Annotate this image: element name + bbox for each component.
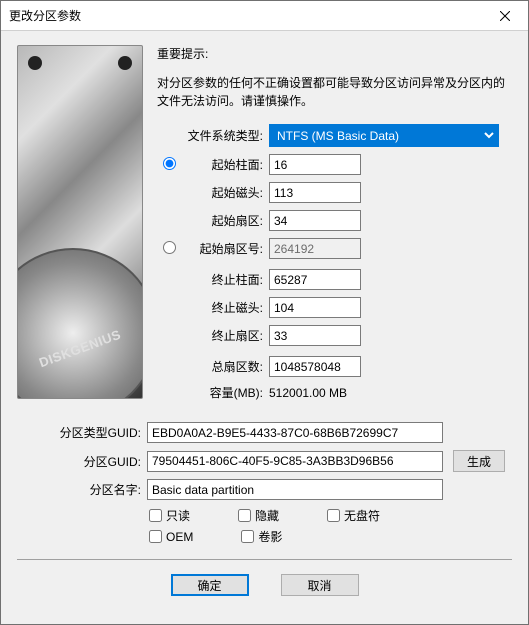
start-cyl-input[interactable] xyxy=(269,154,361,175)
shadow-checkbox[interactable] xyxy=(241,530,254,543)
end-sector-label: 终止扇区: xyxy=(181,327,269,344)
checkbox-row-2: OEM 卷影 xyxy=(149,528,512,545)
chs-mode-radio[interactable] xyxy=(163,157,176,170)
titlebar: 更改分区参数 xyxy=(1,1,528,31)
image-column: DISKGENIUS xyxy=(17,45,143,408)
form-column: 重要提示: 对分区参数的任何不正确设置都可能导致分区访问异常及分区内的文件无法访… xyxy=(157,45,512,408)
readonly-checkbox[interactable] xyxy=(149,509,162,522)
readonly-label: 只读 xyxy=(166,507,190,524)
start-sector-label: 起始扇区: xyxy=(181,212,269,229)
capacity-label: 容量(MB): xyxy=(181,384,269,401)
start-cyl-label: 起始柱面: xyxy=(181,156,269,173)
dialog-body: DISKGENIUS 重要提示: 对分区参数的任何不正确设置都可能导致分区访问异… xyxy=(1,31,528,624)
part-type-guid-label: 分区类型GUID: xyxy=(17,424,147,441)
dialog-window: 更改分区参数 DISKGENIUS 重要提示: 对分区参数的任何不正确设置都可能… xyxy=(0,0,529,625)
start-sector-input[interactable] xyxy=(269,210,361,231)
part-name-input[interactable] xyxy=(147,479,443,500)
lower-section: 分区类型GUID: 分区GUID: 生成 分区名字: 只读 隐藏 无盘符 OEM… xyxy=(17,422,512,549)
hidden-checkbox[interactable] xyxy=(238,509,251,522)
oem-label: OEM xyxy=(166,530,193,544)
disk-image: DISKGENIUS xyxy=(17,45,143,399)
part-guid-label: 分区GUID: xyxy=(17,453,147,470)
ok-button[interactable]: 确定 xyxy=(171,574,249,596)
start-sector-no-label: 起始扇区号: xyxy=(181,240,269,257)
generate-button[interactable]: 生成 xyxy=(453,450,505,472)
fs-type-label: 文件系统类型: xyxy=(181,127,269,144)
important-header: 重要提示: xyxy=(157,45,512,62)
no-drive-letter-checkbox[interactable] xyxy=(327,509,340,522)
end-cyl-input[interactable] xyxy=(269,269,361,290)
upper-section: DISKGENIUS 重要提示: 对分区参数的任何不正确设置都可能导致分区访问异… xyxy=(17,45,512,408)
lba-mode-radio[interactable] xyxy=(163,241,176,254)
total-sectors-input[interactable] xyxy=(269,356,361,377)
button-row: 确定 取消 xyxy=(17,574,512,596)
close-button[interactable] xyxy=(482,1,528,31)
oem-checkbox[interactable] xyxy=(149,530,162,543)
checkbox-row-1: 只读 隐藏 无盘符 xyxy=(149,507,512,524)
end-head-label: 终止磁头: xyxy=(181,299,269,316)
part-name-label: 分区名字: xyxy=(17,481,147,498)
capacity-value: 512001.00 MB xyxy=(269,386,347,400)
end-cyl-label: 终止柱面: xyxy=(181,271,269,288)
no-drive-letter-label: 无盘符 xyxy=(344,507,380,524)
start-head-label: 起始磁头: xyxy=(181,184,269,201)
close-icon xyxy=(500,11,510,21)
separator xyxy=(17,559,512,560)
start-head-input[interactable] xyxy=(269,182,361,203)
part-type-guid-input[interactable] xyxy=(147,422,443,443)
cancel-button[interactable]: 取消 xyxy=(281,574,359,596)
end-sector-input[interactable] xyxy=(269,325,361,346)
window-title: 更改分区参数 xyxy=(9,7,81,24)
fs-type-select[interactable]: NTFS (MS Basic Data) xyxy=(269,124,499,147)
warning-text: 对分区参数的任何不正确设置都可能导致分区访问异常及分区内的文件无法访问。请谨慎操… xyxy=(157,74,512,110)
part-guid-input[interactable] xyxy=(147,451,443,472)
hidden-label: 隐藏 xyxy=(255,507,279,524)
total-sectors-label: 总扇区数: xyxy=(181,358,269,375)
start-sector-no-input xyxy=(269,238,361,259)
shadow-label: 卷影 xyxy=(258,528,282,545)
end-head-input[interactable] xyxy=(269,297,361,318)
